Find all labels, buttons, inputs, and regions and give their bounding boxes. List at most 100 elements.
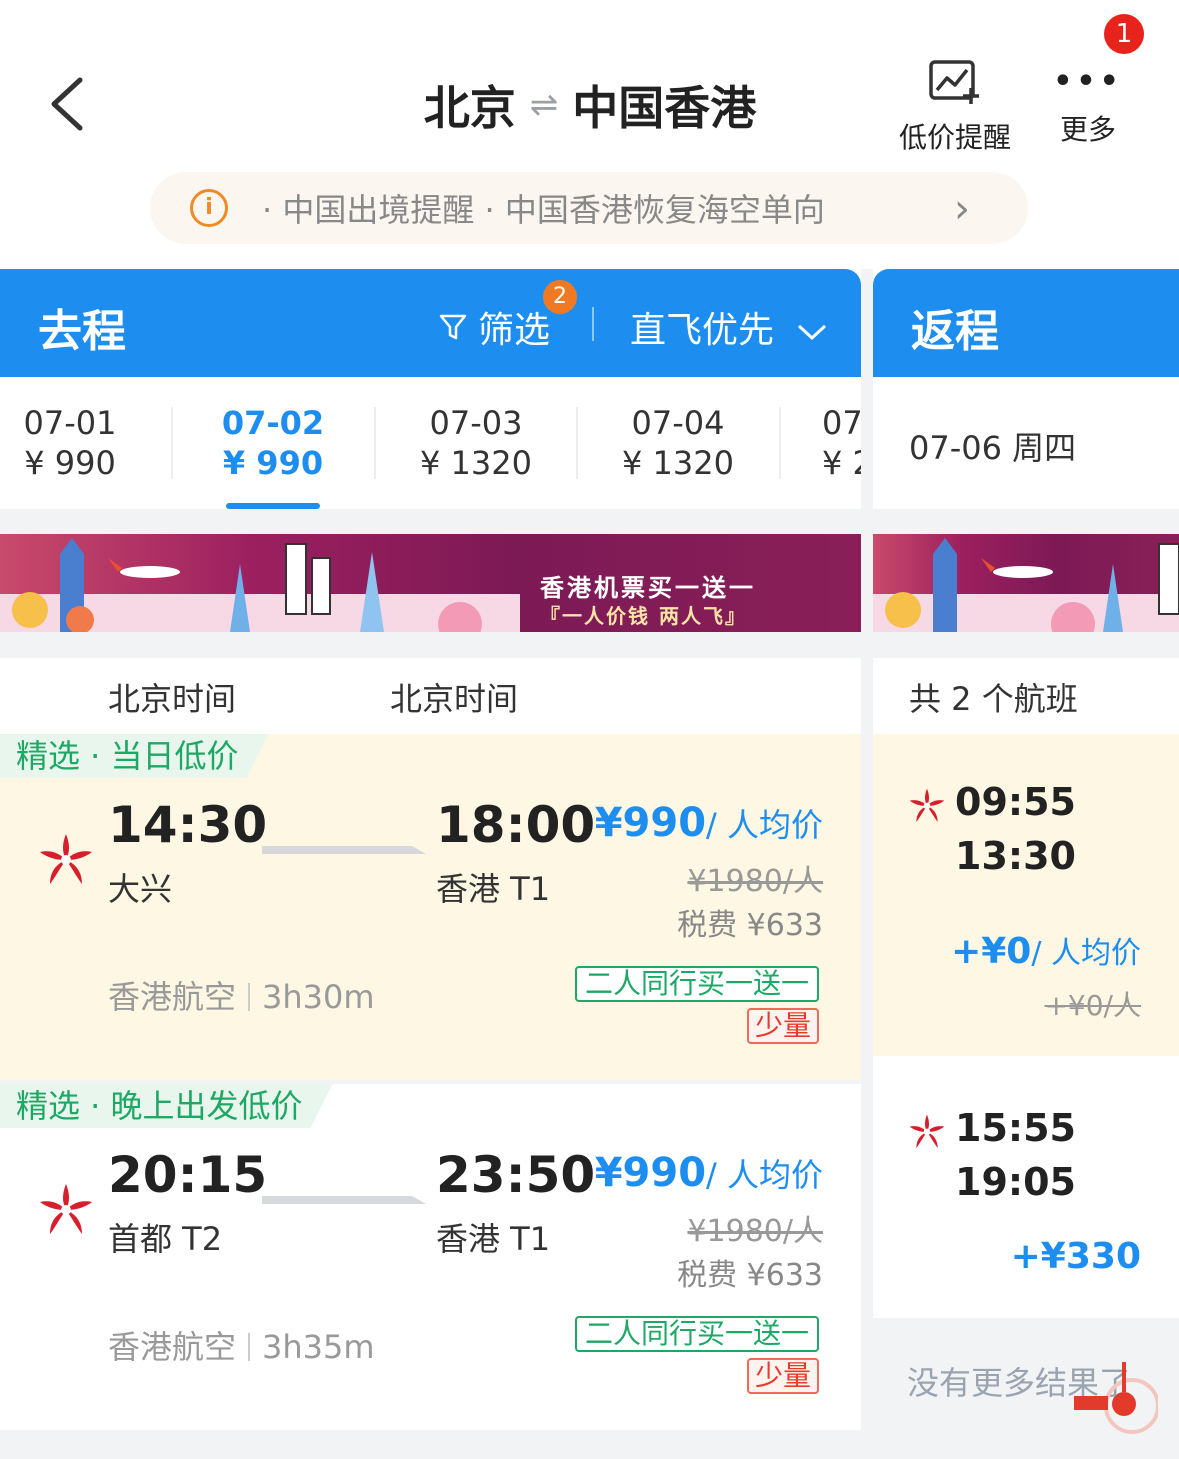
divider (0, 1430, 861, 1459)
route-title: 北京 ⇌ 中国香港 (380, 70, 800, 140)
return-flight-card[interactable]: 15:55 19:05 +¥330 (873, 1060, 1179, 1318)
notification-badge: 1 (1104, 14, 1144, 54)
sort-dropdown[interactable]: 直飞优先 (630, 301, 829, 353)
chart-alert-icon (929, 60, 979, 104)
airline-info: 香港航空 3h35m (108, 1322, 375, 1368)
chevron-right-icon: › (954, 186, 970, 232)
travel-notice-bar[interactable]: i · 中国出境提醒 · 中国香港恢复海空单向 › (150, 172, 1028, 244)
flight-card[interactable]: 精选 · 晚上出发低价 20:15 首都 T2 23:50 香港 T1 ¥990… (0, 1084, 861, 1430)
return-arrival-time: 19:05 (955, 1160, 1076, 1204)
filter-icon (439, 314, 467, 340)
filter-count-badge: 2 (543, 280, 577, 314)
return-date[interactable]: 07-06 周四 (873, 377, 1179, 509)
return-arrival-time: 13:30 (955, 834, 1076, 878)
stock-tag: 少量 (746, 1358, 819, 1394)
column-gap (861, 269, 873, 1459)
return-price: +¥0/ 人均价 (951, 928, 1141, 972)
hong-kong-airlines-logo-icon (40, 834, 92, 884)
departure-airport: 首都 T2 (108, 1220, 223, 1258)
price-alert-button[interactable]: 低价提醒 (890, 58, 1020, 158)
promo-banner-return[interactable] (873, 534, 1179, 632)
airline-info: 香港航空 3h30m (108, 972, 375, 1018)
flight-tag: 精选 · 当日低价 (0, 734, 269, 778)
date-tab[interactable]: 07-03 ¥ 1320 (375, 403, 577, 483)
return-flight-card[interactable]: 09:55 13:30 +¥0/ 人均价 +¥0/人 (873, 734, 1179, 1056)
date-price: ¥ 990 (222, 444, 324, 482)
outbound-label: 去程 (38, 306, 126, 357)
from-city: 北京 (423, 81, 516, 135)
outbound-header: 去程 筛选 直飞优先 (0, 269, 861, 377)
airline-name: 香港航空 (108, 978, 237, 1016)
more-label: 更多 (1059, 113, 1116, 146)
departure-timezone-label: 北京时间 (108, 680, 237, 718)
return-original-price: +¥0/人 (1044, 989, 1141, 1022)
return-header: 返程 (873, 269, 1179, 377)
return-flight-count: 共 2 个航班 (873, 658, 1179, 730)
hong-kong-airlines-logo-icon (909, 1114, 945, 1148)
arrival-time: 18:00 (436, 796, 596, 854)
departure-time: 20:15 (108, 1146, 268, 1204)
back-icon[interactable] (42, 72, 102, 136)
price: ¥990/ 人均价 (595, 1150, 823, 1196)
banner-subtitle: 『一人价钱 两人飞』 (540, 604, 747, 628)
return-departure-time: 15:55 (955, 1106, 1076, 1150)
tax-fee: 税费 ¥633 (677, 908, 823, 943)
hong-kong-skyline-illustration (873, 538, 1179, 632)
price-unit: / 人均价 (706, 1156, 823, 1194)
flight-search-page: 北京 ⇌ 中国香港 低价提醒 ••• 更多 1 i · 中国出境提醒 · 中国香… (0, 0, 1179, 1459)
date-price: ¥ 1320 (622, 444, 734, 482)
notice-text: · 中国出境提醒 · 中国香港恢复海空单向 (262, 191, 825, 229)
return-departure-time: 09:55 (955, 780, 1076, 824)
date-tab[interactable]: 07-01 ¥ 990 (0, 403, 171, 483)
date-tab[interactable]: 07-04 ¥ 1320 (577, 403, 779, 483)
flight-card[interactable]: 精选 · 当日低价 14:30 大兴 18:00 香港 T1 ¥990/ 人均价… (0, 734, 861, 1080)
filter-button[interactable]: 筛选 (438, 301, 550, 353)
divider (0, 509, 861, 534)
flight-tag: 精选 · 晚上出发低价 (0, 1084, 333, 1128)
date-selector: 07-01 ¥ 990 07-02 ¥ 990 07-03 ¥ 1320 07-… (0, 377, 861, 509)
divider (248, 983, 251, 1011)
stock-tag: 少量 (746, 1008, 819, 1044)
promo-banner[interactable]: 香港机票买一送一 『一人价钱 两人飞』 (0, 534, 861, 632)
arrival-time: 23:50 (436, 1146, 596, 1204)
round-trip-icon: ⇌ (529, 85, 559, 125)
original-price: ¥1980/人 (687, 1214, 823, 1249)
to-city: 中国香港 (572, 81, 757, 135)
info-icon: i (190, 189, 228, 227)
sort-label: 直飞优先 (630, 310, 775, 351)
date-tab-selected[interactable]: 07-02 ¥ 990 (172, 403, 374, 483)
date-tab[interactable]: 07 ¥ 2 (780, 403, 861, 483)
banner-title: 香港机票买一送一 (540, 574, 756, 602)
date-text: 07-03 (429, 404, 523, 442)
more-button[interactable]: ••• 更多 (1048, 62, 1128, 162)
tax-fee: 税费 ¥633 (677, 1258, 823, 1293)
return-price-value: +¥0 (951, 931, 1032, 972)
return-price: +¥330 (1010, 1236, 1141, 1277)
price-value: ¥990 (594, 1150, 707, 1196)
filter-label: 筛选 (478, 310, 551, 351)
time-zone-header: 北京时间 北京时间 (0, 658, 861, 730)
divider (873, 632, 1179, 658)
price-value: ¥990 (594, 800, 707, 846)
hong-kong-airlines-logo-icon (909, 788, 945, 822)
chevron-down-icon (798, 324, 827, 341)
return-label: 返程 (911, 306, 999, 357)
divider (0, 632, 861, 658)
arrival-airport: 香港 T1 (436, 870, 551, 908)
header-divider (592, 307, 594, 341)
divider (248, 1333, 251, 1361)
date-text: 07 (822, 404, 861, 442)
departure-airport: 大兴 (108, 870, 173, 908)
hong-kong-airlines-logo-icon (40, 1184, 92, 1234)
airline-name: 香港航空 (108, 1328, 237, 1366)
price-alert-label: 低价提醒 (898, 121, 1011, 154)
flight-duration: 3h35m (262, 1328, 375, 1366)
date-price: ¥ 990 (24, 444, 116, 482)
promo-tag: 二人同行买一送一 (574, 1316, 819, 1352)
departure-time: 14:30 (108, 796, 268, 854)
return-price-unit: / 人均价 (1031, 936, 1141, 971)
flight-duration: 3h30m (262, 978, 375, 1016)
watermark-logo-icon (1074, 1362, 1158, 1434)
arrival-airport: 香港 T1 (436, 1220, 551, 1258)
original-price: ¥1980/人 (687, 864, 823, 899)
